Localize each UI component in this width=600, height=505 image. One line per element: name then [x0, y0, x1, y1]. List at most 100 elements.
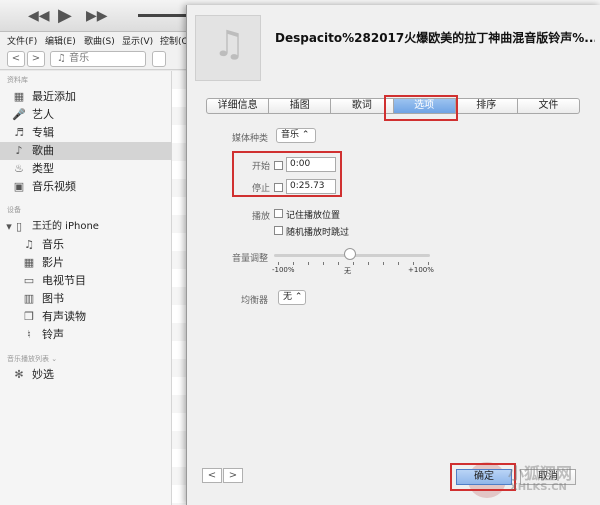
stop-checkbox[interactable]	[274, 183, 283, 192]
menu-edit[interactable]: 编辑(E)	[45, 34, 76, 47]
iphone-icon: ▯	[15, 220, 23, 233]
slider-tick	[308, 262, 309, 265]
sidebar-item-label: 专辑	[32, 126, 54, 139]
sidebar-item-label: 艺人	[32, 108, 54, 121]
sidebar-item-3[interactable]: ♪ 歌曲	[0, 142, 172, 160]
playback-label: 播放	[251, 212, 270, 222]
slider-tick	[398, 262, 399, 265]
equalizer-dropdown[interactable]: 无 ⌃	[278, 290, 306, 305]
skip-shuffle-label: 随机播放时跳过	[286, 228, 350, 238]
sidebar-item-4[interactable]: ♨ 类型	[0, 160, 172, 178]
device-item-3[interactable]: ▥ 图书	[0, 290, 172, 308]
start-checkbox[interactable]	[274, 161, 283, 170]
genius-icon: ✻	[14, 368, 24, 381]
volume-min-label: -100%	[272, 266, 295, 274]
library-header: 资料库	[7, 76, 28, 84]
sidebar-item-label: 类型	[32, 162, 54, 175]
equalizer-label: 均衡器	[240, 296, 268, 306]
device-button[interactable]	[152, 51, 166, 67]
tab-1[interactable]: 插图	[269, 98, 332, 114]
tab-4[interactable]: 排序	[455, 98, 518, 114]
watermark: 小狐狸网 XHLKS.CN	[508, 460, 600, 500]
slider-tick	[323, 262, 324, 265]
slider-tick	[413, 262, 414, 265]
tv-icon: ▭	[23, 274, 35, 287]
watermark-subtext: XHLKS.CN	[510, 482, 567, 493]
stop-time-field[interactable]: 0:25.73	[286, 179, 336, 194]
audiobook-icon: ❒	[24, 310, 34, 323]
stop-label: 停止	[251, 184, 270, 194]
album-art: ♫	[195, 15, 261, 81]
device-item-5[interactable]: ♮ 铃声	[0, 326, 172, 344]
volume-max-label: +100%	[408, 266, 434, 274]
highlight-options-tab	[384, 95, 458, 121]
genius-playlist[interactable]: ✻ 妙选	[0, 366, 172, 384]
mic-icon: 🎤	[12, 108, 26, 121]
device-item-2[interactable]: ▭ 电视节目	[0, 272, 172, 290]
sidebar-item-label: 音乐视频	[32, 180, 76, 193]
device-item-label: 音乐	[42, 238, 64, 251]
device-item-1[interactable]: ▦ 影片	[0, 254, 172, 272]
tab-0[interactable]: 详细信息	[206, 98, 270, 114]
media-kind-label: 音乐	[69, 53, 90, 64]
bell-icon: ♮	[27, 328, 31, 341]
slider-tick	[278, 262, 279, 265]
sidebar-item-1[interactable]: 🎤 艺人	[0, 106, 172, 124]
album-icon: ♬	[14, 126, 24, 139]
device-item-label: 有声读物	[42, 310, 86, 323]
song-title: Despacito%282017火爆欧美的拉丁神曲混音版铃声%...	[275, 31, 595, 45]
device-item-label: 图书	[42, 292, 64, 305]
film-icon: ▦	[23, 256, 35, 269]
note-icon: ♪	[15, 144, 23, 157]
sidebar-item-0[interactable]: ▦ 最近添加	[0, 88, 172, 106]
next-song-button[interactable]: >	[223, 468, 243, 483]
rewind-icon[interactable]: ◀◀	[28, 8, 50, 24]
slider-tick	[293, 262, 294, 265]
menu-song[interactable]: 歌曲(S)	[84, 34, 115, 47]
play-icon[interactable]: ▶	[58, 5, 72, 26]
volume-adjust-knob[interactable]	[344, 248, 356, 260]
slider-tick	[428, 262, 429, 265]
genre-icon: ♨	[14, 162, 24, 175]
device-item-label: 电视节目	[42, 274, 86, 287]
sidebar-item-2[interactable]: ♬ 专辑	[0, 124, 172, 142]
sidebar-item-label: 最近添加	[32, 90, 76, 103]
start-time-field[interactable]: 0:00	[286, 157, 336, 172]
volume-mid-label: 无	[344, 267, 351, 275]
sidebar-item-5[interactable]: ▣ 音乐视频	[0, 178, 172, 196]
menu-file[interactable]: 文件(F)	[7, 34, 37, 47]
slider-tick	[368, 262, 369, 265]
device-item-label: 影片	[42, 256, 64, 269]
remember-position-checkbox[interactable]	[274, 209, 283, 218]
sidebar: 资料库 ▦ 最近添加 🎤 艺人 ♬ 专辑 ♪ 歌曲 ♨ 类型 ▣ 音乐视频 设备 ▾ ▯ 王迁的 iPhone ♫…	[0, 71, 172, 505]
volume-adjust-label: 音量调整	[231, 254, 268, 264]
highlight-ok-button	[450, 463, 516, 491]
media-kind-label: 媒体种类	[231, 134, 268, 144]
slider-tick	[338, 262, 339, 265]
slider-tick	[353, 262, 354, 265]
playlists-header: 音乐播放列表 ⌄	[7, 355, 58, 363]
slider-tick	[383, 262, 384, 265]
forward-button[interactable]: >	[27, 51, 45, 67]
media-kind-select[interactable]: ♫ 音乐	[50, 51, 146, 67]
device-item-0[interactable]: ♫ 音乐	[0, 236, 172, 254]
previous-song-button[interactable]: <	[202, 468, 222, 483]
music-note-icon: ♫	[212, 24, 246, 65]
device-item-4[interactable]: ❒ 有声读物	[0, 308, 172, 326]
genius-label: 妙选	[32, 368, 54, 381]
remember-position-label: 记住播放位置	[286, 211, 341, 221]
fast-forward-icon[interactable]: ▶▶	[86, 8, 108, 24]
device-name: 王迁的 iPhone	[32, 221, 99, 232]
skip-shuffle-checkbox[interactable]	[274, 226, 283, 235]
back-button[interactable]: <	[7, 51, 25, 67]
media-kind-dropdown[interactable]: 音乐 ⌃	[276, 128, 316, 143]
start-label: 开始	[251, 162, 270, 172]
tab-5[interactable]: 文件	[517, 98, 581, 114]
grid-icon: ▦	[13, 90, 25, 103]
menu-view[interactable]: 显示(V)	[122, 34, 153, 47]
device-item-label: 铃声	[42, 328, 64, 341]
video-icon: ▣	[13, 180, 25, 193]
note-icon: ♫	[24, 238, 34, 251]
device-row[interactable]: ▾ ▯ 王迁的 iPhone	[0, 218, 172, 236]
watermark-text: 小狐狸网	[508, 464, 573, 483]
